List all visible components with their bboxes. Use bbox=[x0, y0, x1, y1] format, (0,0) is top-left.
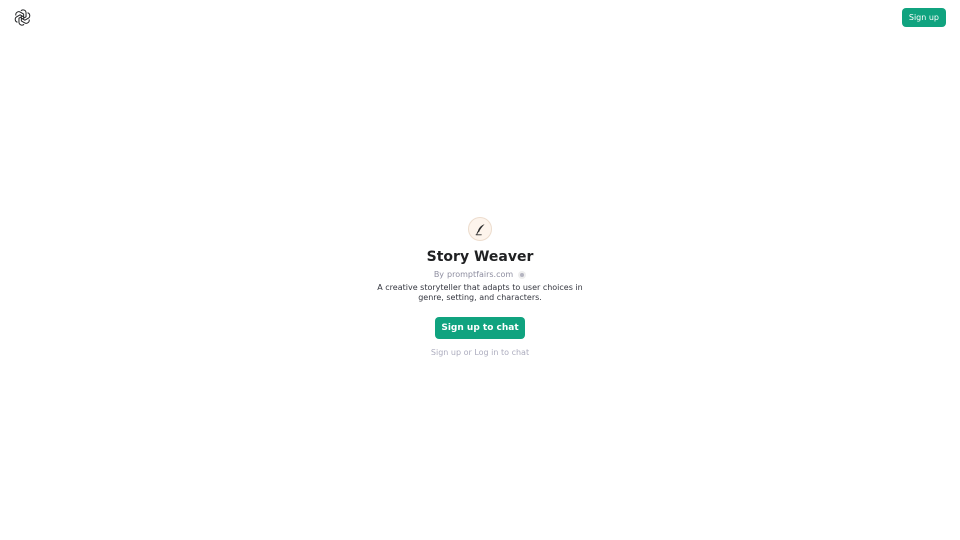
gpt-description: A creative storyteller that adapts to us… bbox=[377, 283, 583, 302]
info-icon[interactable] bbox=[518, 270, 527, 279]
gpt-title: Story Weaver bbox=[426, 249, 534, 265]
login-link[interactable]: Log in bbox=[474, 348, 498, 357]
signup-link[interactable]: Sign up bbox=[431, 348, 461, 357]
login-hint: Sign up or Log in to chat bbox=[431, 348, 529, 358]
gpt-byline: By promptfairs.com bbox=[433, 269, 527, 280]
gpt-intro: Story Weaver By promptfairs.com A creati… bbox=[0, 217, 960, 358]
quill-pen-icon bbox=[475, 223, 485, 235]
or-text: or bbox=[463, 348, 472, 357]
openai-logo-icon[interactable] bbox=[14, 9, 31, 26]
by-prefix: By bbox=[433, 270, 445, 279]
signup-button[interactable]: Sign up bbox=[901, 8, 946, 27]
to-chat-text: to chat bbox=[501, 348, 530, 357]
page: Sign up Story Weaver By promptfairs.com … bbox=[0, 0, 960, 540]
gpt-avatar bbox=[468, 217, 492, 241]
sign-up-to-chat-button[interactable]: Sign up to chat bbox=[435, 317, 525, 339]
author-name: promptfairs.com bbox=[447, 270, 514, 279]
